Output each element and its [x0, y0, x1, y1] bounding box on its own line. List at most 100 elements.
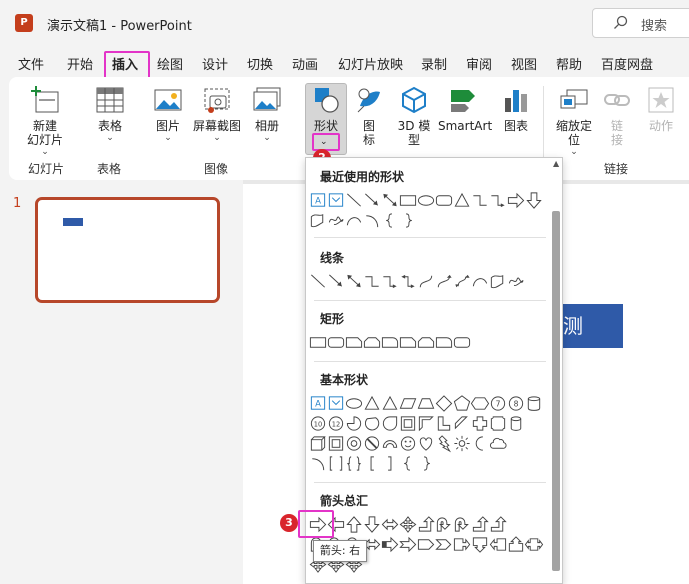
bentup-shape-icon[interactable] — [488, 515, 508, 534]
pie-shape-icon[interactable] — [344, 414, 364, 433]
lshape-shape-icon[interactable] — [434, 414, 454, 433]
octagon-shape-icon[interactable]: 8 — [506, 394, 526, 413]
dblarrow-shape-icon[interactable] — [380, 191, 400, 210]
uturn-shape-icon[interactable] — [434, 515, 454, 534]
triangle-shape-icon[interactable] — [452, 191, 472, 210]
snip-shape-icon[interactable] — [398, 333, 418, 352]
tab-draw[interactable]: 绘图 — [157, 54, 183, 73]
heptagon-shape-icon[interactable]: 7 — [488, 394, 508, 413]
bentup-shape-icon[interactable] — [416, 515, 436, 534]
ucallout-shape-icon[interactable] — [506, 535, 526, 554]
lrcallout-shape-icon[interactable] — [524, 535, 544, 554]
line-shape-icon[interactable] — [308, 272, 328, 291]
elbowarrow-shape-icon[interactable] — [488, 191, 508, 210]
vtext-shape-icon[interactable] — [326, 191, 346, 210]
diagstripe-shape-icon[interactable] — [452, 414, 472, 433]
nosymbol-shape-icon[interactable] — [362, 434, 382, 453]
snip-shape-icon[interactable] — [344, 333, 364, 352]
arc-shape-icon[interactable] — [344, 211, 364, 230]
tab-file[interactable]: 文件 — [18, 54, 44, 73]
line-shape-icon[interactable] — [344, 191, 364, 210]
rrect-shape-icon[interactable] — [452, 333, 472, 352]
smiley-shape-icon[interactable] — [398, 434, 418, 453]
rbracket-shape-icon[interactable] — [380, 454, 400, 473]
notched-shape-icon[interactable] — [398, 535, 418, 554]
arc2-shape-icon[interactable] — [308, 454, 328, 473]
plaque-shape-icon[interactable] — [488, 414, 508, 433]
tab-animations[interactable]: 动画 — [292, 54, 318, 73]
oval-shape-icon[interactable] — [416, 191, 436, 210]
lrarrow-shape-icon[interactable] — [380, 515, 400, 534]
3d-model-button[interactable]: 3D 模 型 — [394, 86, 434, 147]
tab-transitions[interactable]: 切换 — [247, 54, 273, 73]
freeform-shape-icon[interactable] — [488, 272, 508, 291]
picture-button[interactable]: 图片 ⌄ — [150, 86, 186, 143]
heart-shape-icon[interactable] — [416, 434, 436, 453]
frame-shape-icon[interactable] — [398, 414, 418, 433]
textbox-shape-icon[interactable]: A — [308, 394, 328, 413]
chevron-down-icon[interactable]: ⌄ — [320, 137, 328, 147]
darrow-shape-icon[interactable] — [362, 515, 382, 534]
arc-shape-icon[interactable] — [470, 272, 490, 291]
elbowarrow-shape-icon[interactable] — [380, 272, 400, 291]
arrowline-shape-icon[interactable] — [326, 272, 346, 291]
round1-shape-icon[interactable] — [434, 333, 454, 352]
cube-shape-icon[interactable] — [308, 434, 328, 453]
lbrace-shape-icon[interactable] — [380, 211, 400, 230]
curve-shape-icon[interactable] — [416, 272, 436, 291]
vtext-shape-icon[interactable] — [326, 394, 346, 413]
blockarc-shape-icon[interactable] — [380, 434, 400, 453]
tab-slideshow[interactable]: 幻灯片放映 — [338, 54, 403, 73]
shapes-button[interactable]: 形状 — [305, 86, 347, 133]
dblbracket-shape-icon[interactable] — [326, 454, 346, 473]
parallelogram-shape-icon[interactable] — [398, 394, 418, 413]
rrect-shape-icon[interactable] — [326, 333, 346, 352]
darrow-shape-icon[interactable] — [524, 191, 544, 210]
dec12-shape-icon[interactable]: 12 — [326, 414, 346, 433]
donut-shape-icon[interactable] — [344, 434, 364, 453]
diamond-shape-icon[interactable] — [434, 394, 454, 413]
moon-shape-icon[interactable] — [470, 434, 490, 453]
dblelbow-shape-icon[interactable] — [398, 272, 418, 291]
lcallout-shape-icon[interactable] — [488, 535, 508, 554]
uturn-shape-icon[interactable] — [452, 515, 472, 534]
can-shape-icon[interactable] — [524, 394, 544, 413]
elbow-shape-icon[interactable] — [362, 272, 382, 291]
slide-thumbnail[interactable] — [35, 197, 220, 303]
triangle-shape-icon[interactable] — [380, 394, 400, 413]
teardrop-shape-icon[interactable] — [380, 414, 400, 433]
rect-shape-icon[interactable] — [308, 333, 328, 352]
dblarrow-shape-icon[interactable] — [344, 272, 364, 291]
album-button[interactable]: 相册 ⌄ — [250, 86, 284, 143]
arrowline-shape-icon[interactable] — [362, 191, 382, 210]
snip2-shape-icon[interactable] — [416, 333, 436, 352]
zoom-button[interactable]: 缩放定 位 ⌄ — [552, 86, 596, 157]
tab-baidu-netdisk[interactable]: 百度网盘 — [601, 54, 653, 73]
quad-shape-icon[interactable] — [398, 515, 418, 534]
plus-shape-icon[interactable] — [470, 414, 490, 433]
rbrace-shape-icon[interactable] — [416, 454, 436, 473]
lbracket-shape-icon[interactable] — [362, 454, 382, 473]
scroll-up-arrow-icon[interactable]: ▲ — [553, 159, 559, 168]
oval-shape-icon[interactable] — [344, 394, 364, 413]
scrollbar-thumb[interactable] — [552, 211, 560, 571]
tab-design[interactable]: 设计 — [202, 54, 228, 73]
stripedr-shape-icon[interactable] — [380, 535, 400, 554]
round1-shape-icon[interactable] — [380, 333, 400, 352]
search-box[interactable]: 搜索 — [592, 8, 689, 38]
pentagon-shape-icon[interactable] — [452, 394, 472, 413]
pentarrow-shape-icon[interactable] — [416, 535, 436, 554]
trapezoid-shape-icon[interactable] — [416, 394, 436, 413]
chord-shape-icon[interactable] — [362, 414, 382, 433]
lightning-shape-icon[interactable] — [434, 434, 454, 453]
hexagon-shape-icon[interactable] — [470, 394, 490, 413]
table-button[interactable]: 表格 ⌄ — [91, 86, 129, 143]
rect-shape-icon[interactable] — [398, 191, 418, 210]
icons-button[interactable]: 图 标 — [352, 86, 386, 147]
dec10-shape-icon[interactable]: 10 — [308, 414, 328, 433]
bevel-shape-icon[interactable] — [326, 434, 346, 453]
dblbrace-shape-icon[interactable] — [344, 454, 364, 473]
dcallout-shape-icon[interactable] — [470, 535, 490, 554]
scribble-shape-icon[interactable] — [506, 272, 526, 291]
rbrace-shape-icon[interactable] — [398, 211, 418, 230]
